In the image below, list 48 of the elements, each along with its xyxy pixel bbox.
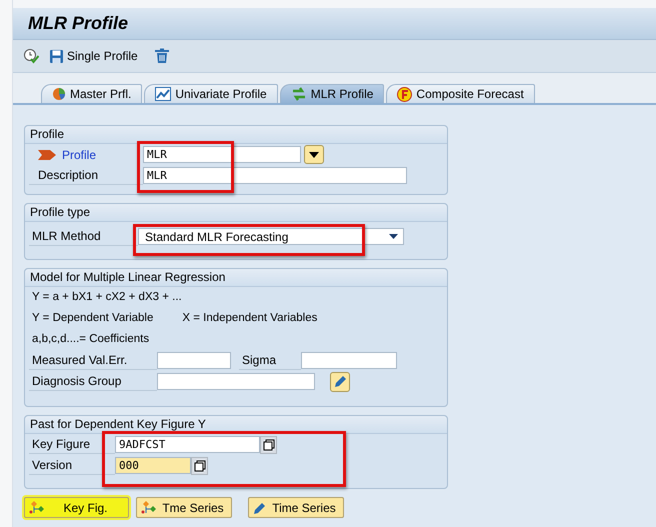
- dropdown-field[interactable]: Standard MLR Forecasting: [138, 228, 404, 245]
- letter-f-icon: [397, 86, 412, 102]
- pie-chart-icon: [52, 87, 66, 101]
- formula-text: Y = a + bX1 + cX2 + dX3 + ...: [31, 290, 183, 305]
- copy-button[interactable]: [260, 436, 277, 454]
- input-field[interactable]: MLR: [143, 167, 407, 184]
- input-field[interactable]: 000: [115, 457, 191, 474]
- edit-button[interactable]: [330, 372, 350, 392]
- copy-button[interactable]: [191, 456, 208, 474]
- group-title: Profile type: [25, 204, 447, 222]
- tab[interactable]: MLR Profile: [280, 84, 384, 103]
- save-icon: [49, 48, 64, 64]
- input-field[interactable]: [301, 352, 397, 369]
- copy-icon: [194, 460, 206, 472]
- legend-text: X = Independent Variables: [182, 311, 318, 326]
- trash-icon: [154, 48, 170, 64]
- group-title: Model for Multiple Linear Regression: [25, 269, 447, 287]
- copy-icon: [262, 438, 274, 450]
- save-button[interactable]: Single Profile: [49, 48, 138, 64]
- caret-icon: [389, 234, 398, 239]
- hierarchy-icon: [141, 500, 157, 514]
- input-field[interactable]: [157, 373, 315, 390]
- legend-text: Y = Dependent Variable: [32, 311, 154, 326]
- arrows-icon: [290, 87, 307, 101]
- check-button[interactable]: [23, 48, 39, 64]
- tab[interactable]: Univariate Profile: [144, 84, 278, 103]
- caret-icon: [309, 152, 319, 158]
- input-field[interactable]: MLR: [143, 146, 301, 163]
- field-label: Profile: [62, 148, 96, 162]
- action-button[interactable]: Key Fig.: [24, 497, 129, 518]
- tab[interactable]: Master Prfl.: [41, 84, 142, 103]
- group-title: Past for Dependent Key Figure Y: [25, 416, 447, 434]
- legend-text: a,b,c,d....= Coefficients: [31, 332, 150, 347]
- group-title: Profile: [25, 126, 447, 144]
- pencil-icon: [333, 374, 347, 388]
- delete-button[interactable]: [154, 48, 170, 64]
- hierarchy-icon: [29, 500, 45, 514]
- clock-check-icon: [23, 48, 39, 64]
- pencil-icon: [253, 500, 267, 514]
- action-button[interactable]: Time Series: [248, 497, 344, 518]
- line-chart-icon: [155, 87, 172, 101]
- window-title: MLR Profile: [28, 13, 128, 34]
- action-button[interactable]: Tme Series: [136, 497, 232, 518]
- arrow-icon: [38, 150, 56, 160]
- tab[interactable]: Composite Forecast: [386, 84, 535, 103]
- input-field[interactable]: 9ADFCST: [115, 436, 260, 453]
- dropdown-button[interactable]: [304, 145, 324, 164]
- input-field[interactable]: [157, 352, 231, 369]
